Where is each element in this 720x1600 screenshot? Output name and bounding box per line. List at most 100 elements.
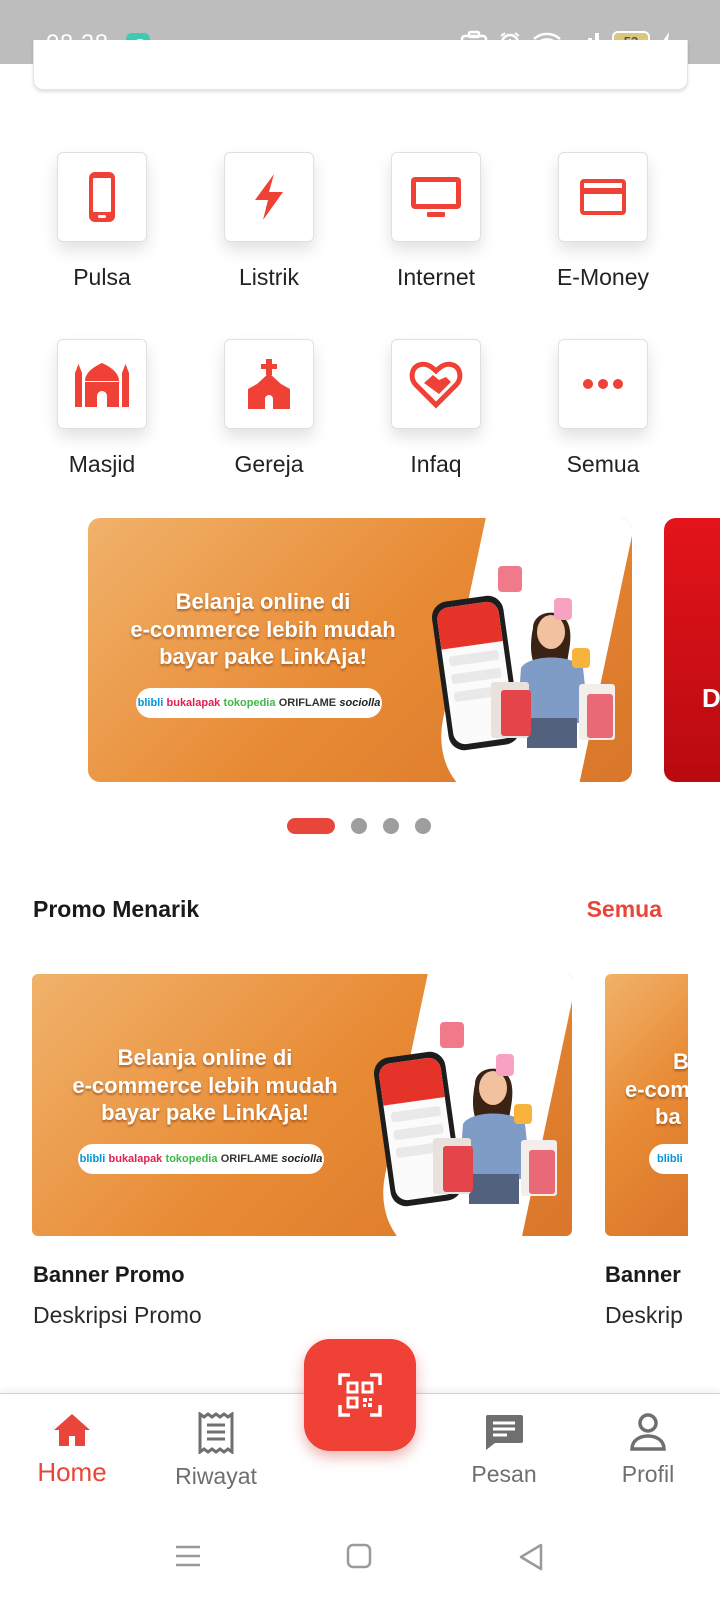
partners-pill: blibli bukalapak tokopedia ORIFLAME soci…	[136, 688, 382, 718]
balance-card	[33, 40, 688, 90]
promo-card-title[interactable]: Banner Promo	[33, 1262, 185, 1288]
menu-label: Semua	[566, 451, 640, 477]
partner-logo: blibli	[79, 1153, 106, 1165]
home-square-icon[interactable]	[346, 1543, 372, 1569]
nav-item-profil[interactable]: Profil	[578, 1412, 718, 1488]
phone-icon	[89, 172, 115, 222]
message-icon	[485, 1415, 523, 1450]
see-all-link[interactable]: Semua	[587, 896, 662, 923]
carousel-banner[interactable]: Belanja online di e-commerce lebih mudah…	[88, 518, 632, 782]
partner-logo: sociolla	[339, 697, 381, 709]
back-icon[interactable]	[518, 1543, 544, 1571]
promo-card-image[interactable]: Belanja online di e-commerce lebih mudah…	[32, 974, 572, 1236]
person-icon	[630, 1413, 666, 1451]
menu-item-pulsa[interactable]: Pulsa	[22, 152, 182, 291]
carousel-dot[interactable]	[383, 818, 399, 834]
gift-icon	[572, 648, 590, 668]
section-title: Promo Menarik	[33, 896, 200, 922]
banner-line: e-com	[625, 1076, 688, 1102]
promo-card-description: Deskrip	[605, 1302, 683, 1328]
menu-tile[interactable]	[224, 152, 314, 242]
qr-scan-icon	[338, 1373, 382, 1417]
menu-item-internet[interactable]: Internet	[356, 152, 516, 291]
carousel-dot[interactable]	[351, 818, 367, 834]
nav-item-riwayat[interactable]: Riwayat	[146, 1411, 286, 1490]
nav-item-home[interactable]: Home	[2, 1412, 142, 1488]
monitor-icon	[411, 177, 461, 217]
partner-logo: tokopedia	[223, 697, 276, 709]
carousel-indicator	[0, 814, 720, 834]
nav-label: Home	[37, 1457, 107, 1487]
handshake-heart-icon	[409, 361, 463, 409]
gift-icon	[554, 598, 572, 620]
promo-card-description: Deskripsi Promo	[33, 1302, 202, 1328]
gift-icon	[440, 1022, 464, 1048]
promo-card-image[interactable]: B e-com ba blibli	[605, 974, 688, 1236]
banner-headline: B e-com ba	[613, 1048, 688, 1131]
partner-logo: blibli	[657, 1153, 683, 1165]
church-icon	[248, 359, 290, 409]
banner-line: B	[673, 1049, 688, 1074]
gift-icon	[496, 1054, 514, 1076]
menu-item-masjid[interactable]: Masjid	[22, 339, 182, 478]
partner-logo: bukalapak	[108, 1153, 163, 1165]
menu-label: Listrik	[238, 264, 300, 290]
nav-label: Pesan	[471, 1461, 537, 1487]
nav-label: Riwayat	[175, 1463, 257, 1489]
menu-tile[interactable]	[57, 339, 147, 429]
menu-tile[interactable]	[391, 339, 481, 429]
menu-icon[interactable]	[174, 1543, 202, 1569]
gift-icon	[498, 566, 522, 592]
receipt-icon	[198, 1411, 234, 1455]
banner-line: bayar pake LinkAja!	[101, 1100, 309, 1125]
menu-tile[interactable]	[391, 152, 481, 242]
menu-label: Internet	[397, 264, 475, 290]
partner-logo: ORIFLAME	[278, 697, 337, 709]
banner-line: bayar pake LinkAja!	[159, 644, 367, 669]
more-icon	[583, 379, 623, 389]
menu-tile[interactable]	[558, 339, 648, 429]
banner-line: ba	[655, 1104, 681, 1129]
menu-item-infaq[interactable]: Infaq	[356, 339, 516, 478]
carousel-banner-next[interactable]: D	[664, 518, 720, 782]
lightning-icon	[255, 174, 283, 220]
banner-headline: Belanja online di e-commerce lebih mudah…	[98, 588, 428, 671]
banner-headline: Belanja online di e-commerce lebih mudah…	[40, 1044, 370, 1127]
banner-line: e-commerce lebih mudah	[130, 616, 396, 642]
banner-line: e-commerce lebih mudah	[72, 1072, 338, 1098]
partner-logo: tokopedia	[165, 1153, 218, 1165]
mosque-icon	[75, 363, 129, 407]
banner-line: Belanja online di	[175, 589, 351, 614]
partner-logo: sociolla	[281, 1153, 323, 1165]
home-icon	[54, 1414, 90, 1446]
menu-item-listrik[interactable]: Listrik	[189, 152, 349, 291]
nav-item-pesan[interactable]: Pesan	[434, 1412, 574, 1488]
shopper-illustration	[433, 1068, 557, 1204]
banner-line: Belanja online di	[117, 1045, 293, 1070]
promo-card-title[interactable]: Banner	[605, 1262, 688, 1288]
menu-tile[interactable]	[57, 152, 147, 242]
menu-item-semua[interactable]: Semua	[523, 339, 683, 478]
system-navigation-bar	[0, 1523, 720, 1600]
banner-peek-text: D	[702, 683, 720, 713]
menu-tile[interactable]	[558, 152, 648, 242]
menu-label: Masjid	[68, 451, 136, 477]
menu-item-emoney[interactable]: E-Money	[523, 152, 683, 291]
partners-pill: blibli	[649, 1144, 688, 1174]
partners-pill: blibli bukalapak tokopedia ORIFLAME soci…	[78, 1144, 324, 1174]
partner-logo: ORIFLAME	[220, 1153, 279, 1165]
partner-logo: blibli	[137, 697, 164, 709]
carousel-dot-active[interactable]	[287, 818, 335, 834]
partner-logo: bukalapak	[166, 697, 221, 709]
menu-label: Pulsa	[73, 264, 131, 290]
qr-scan-button[interactable]	[304, 1339, 416, 1451]
nav-label: Profil	[621, 1461, 675, 1487]
menu-label: E-Money	[556, 264, 650, 290]
carousel-dot[interactable]	[415, 818, 431, 834]
menu-tile[interactable]	[224, 339, 314, 429]
shopper-illustration	[491, 612, 615, 748]
gift-icon	[514, 1104, 532, 1124]
menu-item-gereja[interactable]: Gereja	[189, 339, 349, 478]
menu-label: Gereja	[234, 451, 304, 477]
menu-label: Infaq	[410, 451, 462, 477]
